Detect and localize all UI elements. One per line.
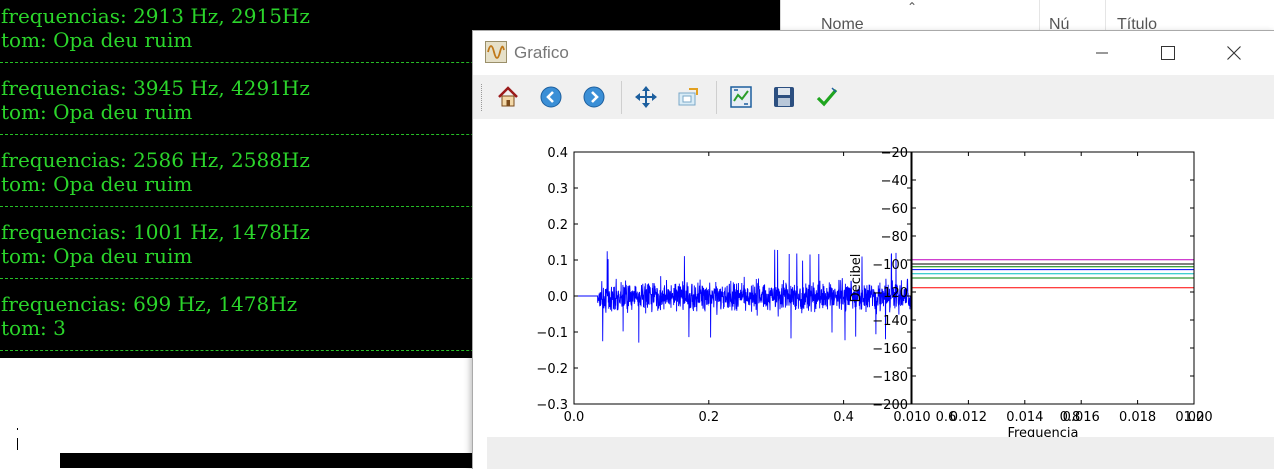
signal-y-tick-label: 0.1 xyxy=(547,254,568,269)
overlap-x-tick-label: 1.0 xyxy=(1184,410,1205,425)
spectrum-x-tick-label: 0.018 xyxy=(1119,410,1156,425)
signal-y-tick-label: 0.3 xyxy=(547,182,568,197)
signal-y-tick-label: −0.2 xyxy=(536,362,568,377)
maximize-icon[interactable] xyxy=(1133,31,1203,75)
overlap-x-tick-label: 0.8 xyxy=(1060,410,1081,425)
zoom-icon[interactable] xyxy=(674,82,704,112)
forward-icon[interactable] xyxy=(579,82,609,112)
figure-canvas[interactable]: 0.4 0.3 0.2 0.1 0.0 −0.1 −0.2 −0.3 0.0 0.2 0.4 −20−… xyxy=(473,119,1274,441)
close-icon[interactable] xyxy=(1199,31,1269,75)
back-icon[interactable] xyxy=(536,82,566,112)
terminal-frequency-line: frequencias: 699 Hz, 1478Hz xyxy=(1,292,298,316)
spectrum-y-tick-label: −60 xyxy=(881,202,908,217)
signal-x-tick-label: 0.0 xyxy=(564,410,585,425)
signal-x-tick-label: 0.4 xyxy=(833,410,854,425)
file-explorer-header: ⌃ Nome Nú Título xyxy=(780,0,1274,33)
edit-check-icon[interactable] xyxy=(812,82,842,112)
terminal-entry: frequencias: 3945 Hz, 4291Hz tom: Opa deu… xyxy=(0,76,310,124)
terminal-entry: frequencias: 2586 Hz, 2588Hz tom: Opa deu… xyxy=(0,148,310,196)
spectrum-y-tick-label: −80 xyxy=(881,230,908,245)
spectrum-y-tick-label: −40 xyxy=(881,174,908,189)
signal-y-tick-label: 0.2 xyxy=(547,218,568,233)
terminal-frequency-line: frequencias: 2586 Hz, 2588Hz xyxy=(1,148,310,172)
spectrum-x-axis-label: Frequencia xyxy=(1007,426,1078,437)
home-icon[interactable] xyxy=(493,82,523,112)
signal-x-tick-label: 0.2 xyxy=(698,410,719,425)
terminal-entry: frequencias: 1001 Hz, 1478Hz tom: Opa deu… xyxy=(0,220,310,268)
spectrum-y-tick-label: −100 xyxy=(872,258,908,273)
terminal-entry: frequencias: 699 Hz, 1478Hz tom: 3 xyxy=(0,292,297,340)
taskbar-fragment xyxy=(60,453,497,468)
spectrum-y-tick-label: −20 xyxy=(881,146,908,161)
minimize-icon[interactable] xyxy=(1067,31,1137,75)
toolbar-separator xyxy=(716,81,717,114)
column-divider[interactable] xyxy=(1105,0,1106,30)
app-icon[interactable] xyxy=(485,41,507,63)
terminal-frequency-line: frequencias: 1001 Hz, 1478Hz xyxy=(1,220,310,244)
spectrum-x-tick-label: 0.014 xyxy=(1006,410,1043,425)
signal-y-tick-label: −0.1 xyxy=(536,326,568,341)
text-cursor xyxy=(17,438,18,450)
spectrum-y-tick-label: −160 xyxy=(872,342,908,357)
spectrum-y-tick-label: −120 xyxy=(872,286,908,301)
spectrum-y-tick-label: −180 xyxy=(872,370,908,385)
plot-window: Grafico 0.4 0.3 0.2 0.1 0.0 −0.1 −0.2 −0… xyxy=(472,30,1274,469)
signal-y-tick-label: 0.0 xyxy=(547,290,568,305)
text-cursor-mark xyxy=(17,428,18,430)
terminal-tone-line: tom: Opa deu ruim xyxy=(1,172,193,196)
terminal-tone-line: tom: Opa deu ruim xyxy=(1,28,193,52)
overlap-x-tick-label: 0.6 xyxy=(936,410,957,425)
navigation-toolbar xyxy=(473,75,1274,119)
pan-icon[interactable] xyxy=(631,82,661,112)
terminal-tone-line: tom: Opa deu ruim xyxy=(1,100,193,124)
signal-y-tick-label: 0.4 xyxy=(547,146,568,161)
spectrum-y-axis-label: Decibel xyxy=(849,254,864,303)
terminal-entry: frequencias: 2913 Hz, 2915Hz tom: Opa deu… xyxy=(0,4,310,52)
terminal-frequency-line: frequencias: 2913 Hz, 2915Hz xyxy=(1,4,310,28)
status-bar xyxy=(487,437,1274,469)
save-icon[interactable] xyxy=(769,82,799,112)
toolbar-grip[interactable] xyxy=(481,84,485,111)
terminal-tone-line: tom: Opa deu ruim xyxy=(1,244,193,268)
terminal-frequency-line: frequencias: 3945 Hz, 4291Hz xyxy=(1,76,310,100)
terminal-tone-line: tom: 3 xyxy=(1,316,66,340)
sort-up-icon[interactable]: ⌃ xyxy=(907,0,917,14)
spectrum-y-tick-label: −140 xyxy=(872,314,908,329)
column-divider[interactable] xyxy=(1039,0,1040,30)
toolbar-separator xyxy=(621,81,622,114)
window-title: Grafico xyxy=(514,43,569,62)
figure-svg[interactable]: 0.40.30.20.10.0−0.1−0.2−0.30.0 0.2 0.4−20−… xyxy=(473,119,1261,441)
spectrum-x-tick-label: 0.010 xyxy=(893,410,930,425)
title-bar[interactable]: Grafico xyxy=(473,31,1274,75)
configure-subplots-icon[interactable] xyxy=(726,82,756,112)
